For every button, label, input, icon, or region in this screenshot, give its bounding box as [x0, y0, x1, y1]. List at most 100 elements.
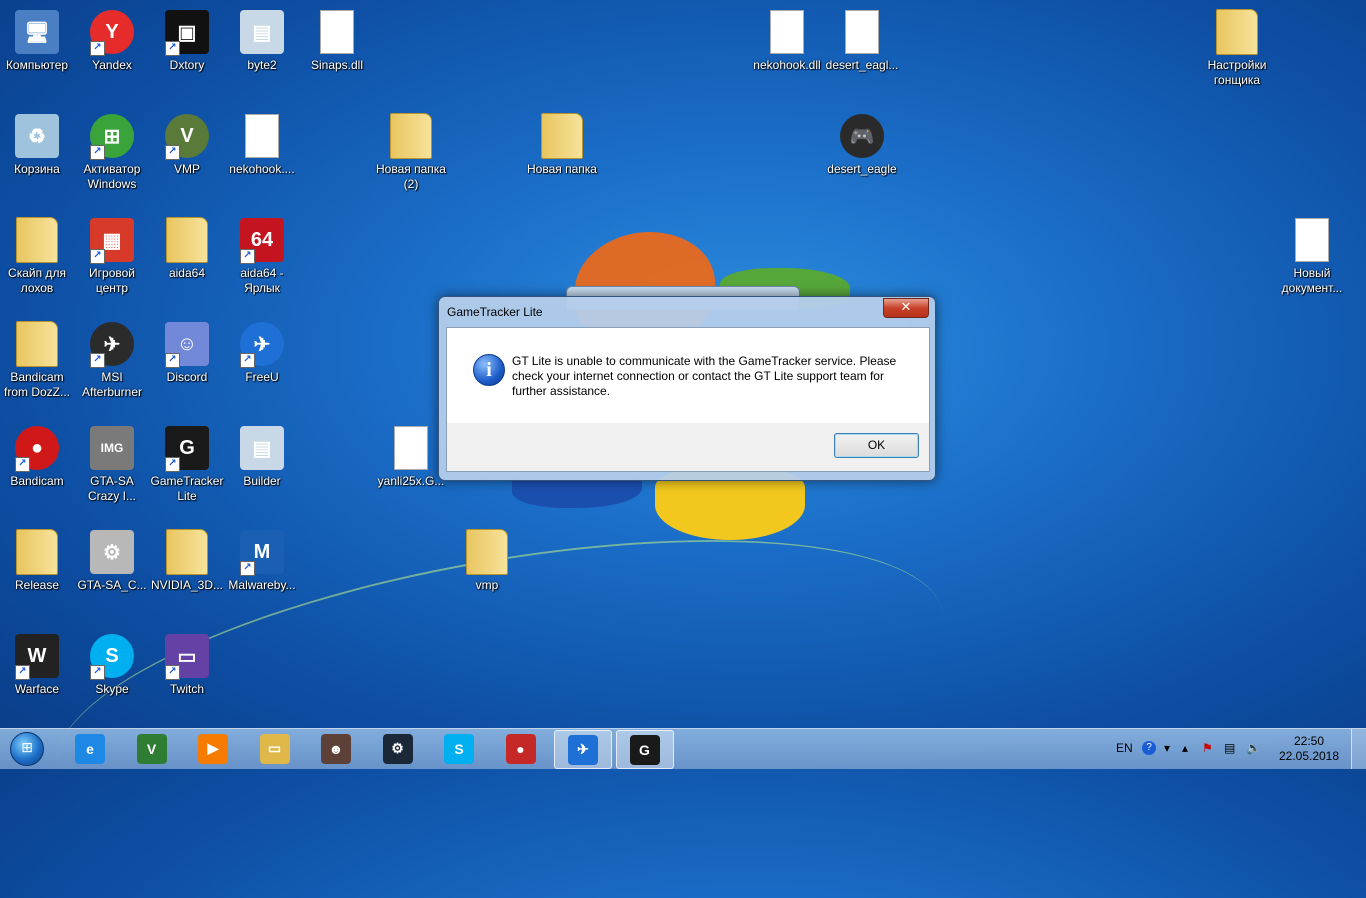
desktop-icon[interactable]: desert_eagl... — [825, 0, 899, 73]
desktop-icon[interactable]: ▤ byte2 — [225, 0, 299, 73]
desktop-icon[interactable]: 64 ↗ aida64 - Ярлык — [225, 208, 299, 296]
ok-button[interactable]: OK — [834, 433, 919, 458]
twitch-icon: ▭ ↗ — [163, 632, 211, 680]
desktop-icon[interactable]: ▤ Builder — [225, 416, 299, 489]
taskbar-button[interactable]: ☻ — [308, 730, 364, 767]
desktop-icon-label: Discord — [166, 370, 208, 384]
desktop-icon-label: NVIDIA_3D... — [150, 578, 224, 592]
freeu-icon: ✈ — [568, 734, 598, 765]
desktop-icon[interactable]: yanli25x.G... — [374, 416, 448, 489]
taskbar-button[interactable]: ✈ — [554, 730, 612, 769]
bandicam-icon: ● ↗ — [13, 424, 61, 472]
shortcut-arrow-icon: ↗ — [240, 353, 255, 368]
desktop-icon[interactable]: Release — [0, 520, 74, 593]
recycle-bin-icon: ♻ — [13, 112, 61, 160]
desktop-icon[interactable]: Bandicam from DozZ... — [0, 312, 74, 400]
desktop-icon[interactable]: ⚙ GTA-SA_C... — [75, 520, 149, 593]
desktop-icon[interactable]: nekohook.dll — [750, 0, 824, 73]
desktop-icon[interactable]: 🎮 desert_eagle — [825, 104, 899, 177]
message-dialog: GameTracker Lite ✕ i GT Lite is unable t… — [438, 296, 936, 481]
language-indicator[interactable]: EN — [1116, 741, 1133, 755]
folder-icon — [1213, 8, 1261, 56]
desktop-icon[interactable]: ⊞ ↗ Активатор Windows — [75, 104, 149, 192]
skype-icon: S ↗ — [88, 632, 136, 680]
yandex-browser-icon: Y ↗ — [88, 8, 136, 56]
close-button[interactable]: ✕ — [883, 298, 929, 318]
desktop-icon[interactable]: Sinaps.dll — [300, 0, 374, 73]
desktop-icon[interactable]: G ↗ GameTracker Lite — [150, 416, 224, 504]
desktop-icon[interactable]: M ↗ Malwareby... — [225, 520, 299, 593]
gta-v-icon: V — [136, 733, 167, 764]
gametracker-icon: G — [629, 734, 660, 765]
desktop-icon[interactable]: aida64 — [150, 208, 224, 281]
show-desktop-button[interactable] — [1351, 729, 1366, 769]
shortcut-arrow-icon: ↗ — [90, 41, 105, 56]
shortcut-arrow-icon: ↗ — [90, 353, 105, 368]
desktop-icon[interactable]: ● ↗ Bandicam — [0, 416, 74, 489]
desktop-icon[interactable]: NVIDIA_3D... — [150, 520, 224, 593]
desktop-icon[interactable]: Новая папка — [525, 104, 599, 177]
desktop-icon-label: GTA-SA_C... — [77, 578, 147, 592]
taskbar-button[interactable]: ▭ — [247, 730, 303, 767]
keyboard-icon[interactable]: ▾ — [1164, 741, 1170, 755]
taskbar-button[interactable]: V — [124, 730, 180, 767]
aida64-icon: 64 ↗ — [238, 216, 286, 264]
desktop-icon[interactable]: W ↗ Warface — [0, 624, 74, 697]
desktop-icon[interactable]: Скайп для лохов — [0, 208, 74, 296]
folder-icon — [538, 112, 586, 160]
desktop-icon[interactable]: ✈ ↗ FreeU — [225, 312, 299, 385]
taskbar-button[interactable]: ▶ — [185, 730, 241, 767]
desktop-icon[interactable]: S ↗ Skype — [75, 624, 149, 697]
folder-icon — [13, 320, 61, 368]
shortcut-arrow-icon: ↗ — [165, 145, 180, 160]
desktop-icon-label: Skype — [95, 682, 129, 696]
desktop-icon[interactable]: ✈ ↗ MSI Afterburner — [75, 312, 149, 400]
taskbar-button[interactable]: e — [62, 730, 118, 767]
desktop-icon[interactable]: Новый документ... — [1275, 208, 1349, 296]
dll-file-icon — [313, 8, 361, 56]
help-icon[interactable]: ? — [1142, 741, 1156, 755]
folder-icon — [13, 528, 61, 576]
desktop-icon[interactable]: Y ↗ Yandex — [75, 0, 149, 73]
desktop-icon-label: Активатор Windows — [83, 162, 141, 191]
clock[interactable]: 22:50 22.05.2018 — [1276, 734, 1342, 764]
desktop-icon[interactable]: Настройки гонщика — [1200, 0, 1274, 88]
settings-file-icon: ⚙ — [88, 528, 136, 576]
warface-icon: W ↗ — [13, 632, 61, 680]
desktop-icon[interactable]: ▣ ↗ Dxtory — [150, 0, 224, 73]
computer-icon: 🖥 — [13, 8, 61, 56]
dialog-footer: OK — [446, 423, 930, 472]
folder-icon — [163, 216, 211, 264]
steam-icon: ⚙ — [382, 733, 413, 764]
folder-icon — [463, 528, 511, 576]
start-button[interactable]: ⊞ — [4, 731, 50, 767]
windows-activator-icon: ⊞ ↗ — [88, 112, 136, 160]
taskbar-button[interactable]: S — [431, 730, 487, 767]
desktop-icon[interactable]: ▦ ↗ Игровой центр — [75, 208, 149, 296]
desktop-icon[interactable]: vmp — [450, 520, 524, 593]
taskbar-button[interactable]: ⚙ — [370, 730, 426, 767]
msi-afterburner-icon: ✈ ↗ — [88, 320, 136, 368]
taskbar-button[interactable]: ● — [493, 730, 549, 767]
desktop-icon[interactable]: ♻ Корзина — [0, 104, 74, 177]
desktop-icon-label: desert_eagl... — [825, 58, 899, 72]
desktop-icon[interactable]: ▭ ↗ Twitch — [150, 624, 224, 697]
dxtory-icon: ▣ ↗ — [163, 8, 211, 56]
taskbar-button[interactable]: G — [615, 730, 674, 769]
desktop-icon[interactable]: IMG GTA-SA Crazy I... — [75, 416, 149, 504]
desktop-icon-label: Игровой центр — [89, 266, 135, 295]
action-center-icon[interactable]: ⚑ — [1202, 741, 1213, 755]
volume-icon[interactable]: 🔈 — [1246, 741, 1261, 755]
network-icon[interactable]: ▤ — [1224, 741, 1235, 755]
show-hidden-icons-icon[interactable]: ▴ — [1182, 741, 1188, 755]
explorer-folder-icon: ▭ — [259, 733, 290, 764]
desktop-icon[interactable]: nekohook.... — [225, 104, 299, 177]
desktop-icon[interactable]: Новая папка (2) — [374, 104, 448, 192]
desktop-icon[interactable]: 🖥 Компьютер — [0, 0, 74, 73]
desktop-icon[interactable]: V ↗ VMP — [150, 104, 224, 177]
desktop-icon-label: Компьютер — [5, 58, 69, 72]
malwarebytes-icon: M ↗ — [238, 528, 286, 576]
shortcut-arrow-icon: ↗ — [165, 665, 180, 680]
desktop-icon[interactable]: ☺ ↗ Discord — [150, 312, 224, 385]
system-tray: EN ? ▾ ▴ ⚑ ▤ 🔈 22:50 22.05.2018 — [1106, 729, 1366, 769]
